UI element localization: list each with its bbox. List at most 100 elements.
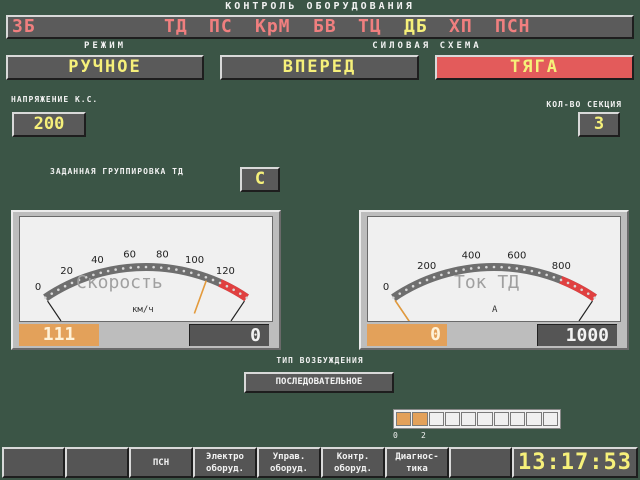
current-scale-dot [469,267,473,270]
bottom-button-psn[interactable]: ПСН [129,447,193,478]
mode-value[interactable]: РУЧНОЕ [6,55,204,80]
loco-indicator: 3Б [12,16,36,37]
bottom-button-monitor-equipment[interactable]: Контр. оборуд. [321,447,385,478]
speed-tick-label: 40 [91,255,104,266]
current-tick-label: 600 [507,250,526,261]
sections-label: КОЛ-ВО СЕКЦИЯ [546,100,622,109]
current-scale-dot [447,271,451,275]
current-scale-dot [523,268,526,271]
speed-scale-dot [232,288,235,292]
current-scale-dot [580,288,583,292]
current-scale-dot [392,296,395,300]
current-tick-label: 200 [417,261,436,272]
bottom-button-diagnostics[interactable]: Диагнос- тика [385,447,449,478]
bottom-button-1[interactable] [2,447,65,478]
direction-value[interactable]: ВПЕРЕД [220,55,419,80]
bottom-button-control-equipment[interactable]: Управ. оборуд. [257,447,321,478]
speed-scale-dot [144,265,148,269]
speed-scale-dot [204,275,208,279]
current-scale-dot [425,278,429,282]
grouping-value[interactable]: С [240,167,280,192]
segment-cell [493,412,510,426]
equipment-status-bar: 3Б ТД ПС КрМ БВ ТЦ ДБ ХП ПСН [6,15,634,39]
current-scale-dot [515,267,519,270]
current-scale-dot [485,265,488,269]
current-scale-dot [545,273,548,277]
speed-scale-dot [175,268,178,271]
segment-cell [412,412,428,426]
speed-tick-label: 0 [35,282,41,293]
speed-scale-dot [50,292,54,295]
segment-scale-start: 0 [393,431,398,440]
status-db[interactable]: ДБ [404,17,428,37]
segment-cell [510,412,526,426]
current-scale-dot [432,275,436,279]
status-ps[interactable]: ПС [209,17,233,37]
current-scale-dot [507,266,511,269]
speed-current-value: 111 [19,324,99,346]
current-scale-dot [566,281,570,285]
bottom-button-electro-equipment[interactable]: Электро оборуд. [193,447,257,478]
speed-scale-dot [197,273,200,277]
current-scale-dot [586,292,590,295]
current-gauge-face: 0 200 400 600 800 Ток ТД А [367,216,621,322]
current-actual-value: 0 [367,324,447,346]
segment-cell [461,412,477,426]
status-hp[interactable]: ХП [449,17,473,37]
speed-tick-label: 100 [185,255,204,266]
segment-scale [393,409,561,429]
current-scale-dot [398,292,402,295]
current-tick-label: 400 [462,250,481,261]
current-scale-dot [530,269,534,273]
status-bv[interactable]: БВ [313,17,337,37]
speed-scale-dot [137,265,140,269]
speed-tick-label: 120 [216,266,235,277]
current-needle [394,299,410,321]
voltage-value: 200 [12,112,86,137]
speed-scale-dot [159,266,163,269]
current-scale-dot [405,288,408,292]
current-scale-dot [593,296,596,300]
status-psn[interactable]: ПСН [495,17,531,37]
current-scale-dot [418,281,422,285]
current-tick-label: 0 [383,282,389,293]
current-end-stop [578,300,593,321]
page-title: КОНТРОЛЬ ОБОРУДОВАНИЯ [225,1,415,12]
traction-state-value[interactable]: ТЯГА [435,55,634,80]
speed-end-stop [230,300,245,321]
speed-scale-dot [63,284,67,288]
speed-tick-label: 60 [123,250,136,261]
mode-label: РЕЖИМ [83,41,127,51]
segment-cell [428,412,444,426]
excitation-value[interactable]: ПОСЛЕДОВАТЕЛЬНОЕ [244,372,394,393]
speed-scale-dot [211,278,215,282]
current-scale-dot [573,284,577,288]
segment-cell [444,412,461,426]
voltage-label: НАПРЯЖЕНИЕ К.С. [11,95,99,104]
current-scale-dot [440,273,443,277]
bottom-button-8[interactable] [449,447,512,478]
status-krm[interactable]: КрМ [255,17,291,37]
status-tc[interactable]: ТЦ [358,17,382,37]
segment-cell [542,412,558,426]
current-unit: А [492,305,498,315]
speed-scale-dot [218,281,222,285]
speed-gauge-title: Скорость [76,272,163,293]
speed-gauge-face: 0 20 40 60 80 100 120 Скорость км/ч [19,216,273,322]
speed-scale-dot [189,271,193,275]
segment-cell [526,412,542,426]
current-scale-dot [537,271,541,275]
speed-scale-dot [114,268,117,271]
current-scale-dot [559,278,563,282]
bottom-button-2[interactable] [65,447,129,478]
speed-scale-dot [225,284,229,288]
status-td[interactable]: ТД [164,17,188,37]
speed-start-stop [47,300,62,321]
segment-cell [477,412,493,426]
current-scale-dot [552,275,556,279]
speed-scale-dot [57,288,60,292]
speed-unit: км/ч [132,305,154,315]
speed-needle [193,280,208,314]
speed-scale-dot [121,267,125,270]
segment-scale-mark: 2 [421,431,426,440]
